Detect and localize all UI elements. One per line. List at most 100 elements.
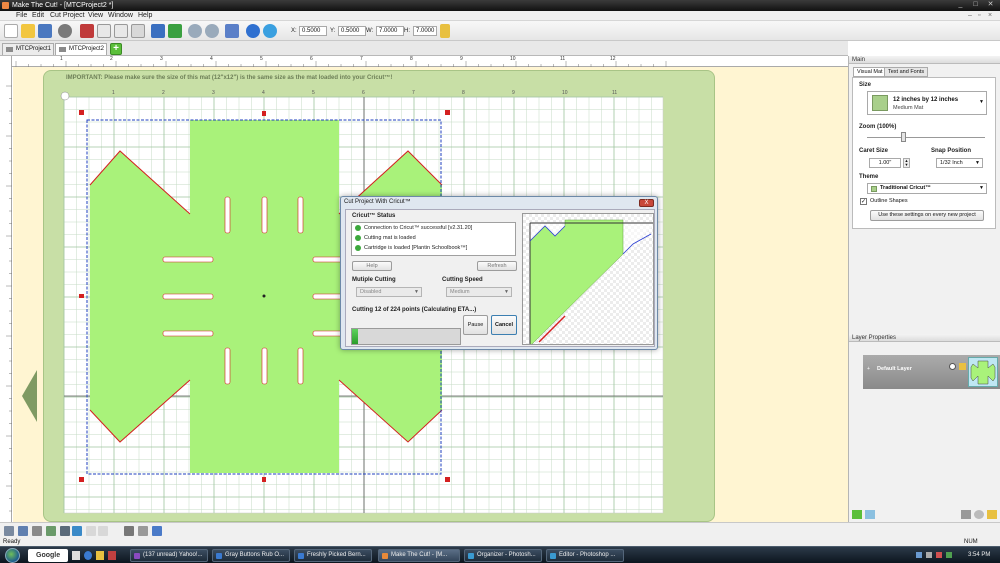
security-icon[interactable] xyxy=(936,552,942,558)
open-folder-icon[interactable] xyxy=(21,24,35,38)
folder-icon[interactable] xyxy=(96,551,104,560)
duplicate-icon[interactable] xyxy=(131,24,145,38)
media-icon[interactable] xyxy=(108,551,116,560)
w-field[interactable]: 7.0000 xyxy=(376,26,404,36)
menu-view[interactable]: View xyxy=(88,11,103,21)
user-icon[interactable] xyxy=(225,24,239,38)
theme-select[interactable]: Traditional Cricut™ ▼ xyxy=(867,183,987,194)
scissors-icon[interactable] xyxy=(124,526,134,536)
maximize-button[interactable]: □ xyxy=(970,1,981,9)
node-edit-icon[interactable] xyxy=(152,526,162,536)
rotate-right-icon[interactable] xyxy=(98,526,108,536)
refresh-button[interactable]: Refresh xyxy=(477,261,517,271)
zoom-slider-thumb[interactable] xyxy=(901,132,906,142)
pause-button[interactable]: Pause xyxy=(463,315,488,335)
expand-icon[interactable]: + xyxy=(867,366,870,372)
tab-mtcproject2[interactable]: MTCProject2 * xyxy=(55,43,107,63)
menu-cut-project[interactable]: Cut Project xyxy=(50,11,85,21)
shape-tool-icon[interactable] xyxy=(72,526,82,536)
check-icon xyxy=(355,235,361,241)
flip-icon[interactable] xyxy=(32,526,42,536)
help-icon[interactable] xyxy=(263,24,277,38)
zoom-out-icon[interactable] xyxy=(205,24,219,38)
network-icon[interactable] xyxy=(916,552,922,558)
grid-toggle-icon[interactable] xyxy=(4,526,14,536)
new-file-icon[interactable] xyxy=(4,24,18,38)
tab-text-and-fonts[interactable]: Text and Fonts xyxy=(884,67,929,77)
eraser-icon[interactable] xyxy=(138,526,148,536)
taskbar-item-organizer[interactable]: Organizer - Photosh... xyxy=(464,549,542,562)
h-field[interactable]: 7.0000 xyxy=(413,26,437,36)
cut-scissors-icon[interactable] xyxy=(80,24,94,38)
minimize-button[interactable]: _ xyxy=(955,1,966,9)
outline-shapes-checkbox[interactable]: ✓ xyxy=(860,198,867,205)
x-label: X: xyxy=(291,28,297,34)
select-value: Medium xyxy=(450,289,470,295)
text-tool-icon[interactable] xyxy=(60,526,70,536)
taskbar-item-gray-buttons[interactable]: Gray Buttons Rub O... xyxy=(212,549,290,562)
weld-icon[interactable] xyxy=(46,526,56,536)
ruler-label: 9 xyxy=(460,56,463,62)
mdi-minimize-icon[interactable]: – xyxy=(968,11,972,21)
y-field[interactable]: 0.5000 xyxy=(338,26,366,36)
snap-position-select[interactable]: 1/32 Inch ▼ xyxy=(936,158,983,168)
volume-icon[interactable] xyxy=(926,552,932,558)
menu-file[interactable]: File xyxy=(16,11,27,21)
settings-gear-icon[interactable] xyxy=(58,24,72,38)
x-field[interactable]: 0.5000 xyxy=(299,26,327,36)
scroll-left-arrow-icon[interactable] xyxy=(22,370,38,422)
save-icon[interactable] xyxy=(38,24,52,38)
caret-spinner-icon[interactable]: ▲ ▼ xyxy=(903,158,910,168)
cancel-button[interactable]: Cancel xyxy=(491,315,517,335)
menu-edit[interactable]: Edit xyxy=(32,11,44,21)
paste-icon[interactable] xyxy=(114,24,128,38)
menu-window[interactable]: Window xyxy=(108,11,133,21)
visibility-eye-icon[interactable] xyxy=(949,363,956,370)
layer-image-icon[interactable] xyxy=(865,510,875,519)
taskbar-item-freshly-picked[interactable]: Freshly Picked Bern... xyxy=(294,549,372,562)
taskbar-label: (137 unread) Yahoo!... xyxy=(143,552,203,558)
taskbar-item-make-the-cut[interactable]: Make The Cut! - [M... xyxy=(378,549,460,562)
caret-size-field[interactable]: 1.00" xyxy=(869,158,901,168)
taskbar-item-editor[interactable]: Editor - Photoshop ... xyxy=(546,549,624,562)
zoom-slider-track[interactable] xyxy=(867,137,985,138)
delete-layer-icon[interactable] xyxy=(961,510,971,519)
layer-row-default[interactable]: + Default Layer xyxy=(863,355,1000,389)
tab-mtcproject1[interactable]: MTCProject1 * xyxy=(2,43,54,63)
mdi-close-icon[interactable]: × xyxy=(988,11,992,21)
dialog-close-button[interactable]: X xyxy=(639,199,654,207)
add-tab-icon[interactable]: + xyxy=(110,43,122,55)
copy-icon[interactable] xyxy=(97,24,111,38)
mat-size-select[interactable]: 12 inches by 12 inches Medium Mat ▼ xyxy=(867,91,987,115)
chevron-down-icon: ▼ xyxy=(979,99,984,105)
rotate-left-icon[interactable] xyxy=(86,526,96,536)
lock-icon[interactable] xyxy=(440,24,450,38)
status-text: Connection to Cricut™ successful [v2.31.… xyxy=(364,225,473,231)
document-icon xyxy=(6,47,13,52)
use-settings-button[interactable]: Use these settings on every new project xyxy=(870,210,984,221)
undo-icon[interactable] xyxy=(151,24,165,38)
add-layer-icon[interactable] xyxy=(852,510,862,519)
menu-help[interactable]: Help xyxy=(138,11,152,21)
align-icon[interactable] xyxy=(18,526,28,536)
zoom-in-icon[interactable] xyxy=(188,24,202,38)
cutting-speed-select[interactable]: Medium ▼ xyxy=(446,287,512,297)
update-icon[interactable] xyxy=(946,552,952,558)
show-desktop-icon[interactable] xyxy=(72,551,80,560)
layer-lock-all-icon[interactable] xyxy=(987,510,997,519)
help-button[interactable]: Help xyxy=(352,261,392,271)
mdi-restore-icon[interactable]: ▫ xyxy=(978,11,980,21)
layer-lock-icon[interactable] xyxy=(959,363,966,370)
redo-icon[interactable] xyxy=(168,24,182,38)
taskbar-item-yahoo[interactable]: (137 unread) Yahoo!... xyxy=(130,549,208,562)
layer-visibility-icon[interactable] xyxy=(974,510,984,519)
start-button[interactable] xyxy=(5,548,20,563)
compass-icon[interactable] xyxy=(246,24,260,38)
browser-icon[interactable] xyxy=(84,551,92,560)
google-search-box[interactable]: Google xyxy=(28,549,68,562)
taskbar-label: Make The Cut! - [M... xyxy=(391,552,448,558)
ruler-label: 2 xyxy=(110,56,113,62)
tab-visual-mat[interactable]: Visual Mat xyxy=(853,67,887,77)
close-button[interactable]: ✕ xyxy=(985,1,996,9)
multiple-cutting-select[interactable]: Disabled ▼ xyxy=(356,287,422,297)
